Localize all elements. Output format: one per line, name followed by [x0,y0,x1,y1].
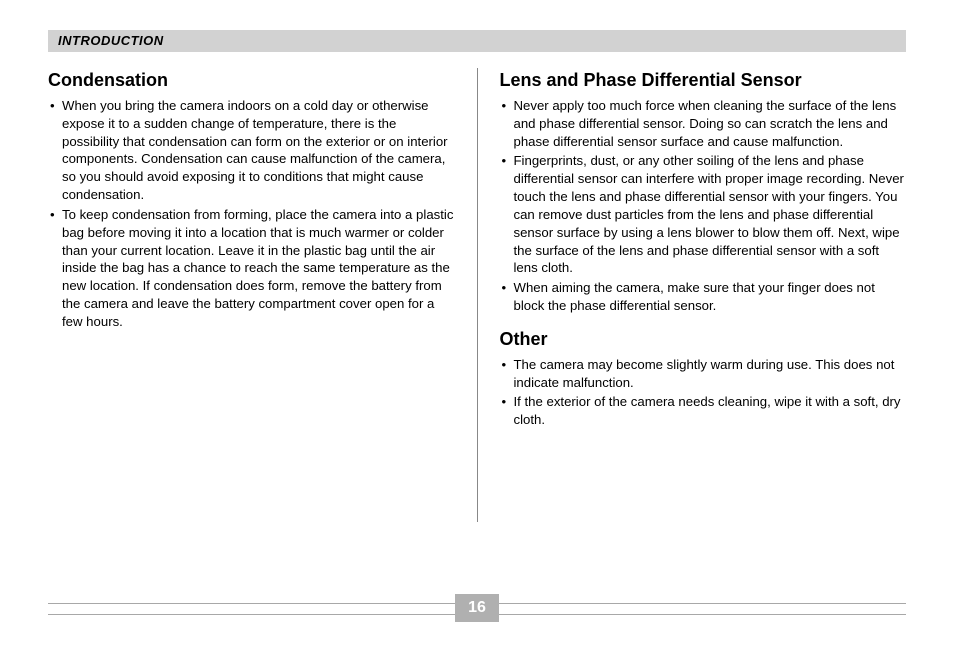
page-footer: 16 [48,594,906,624]
list-item: Never apply too much force when cleaning… [500,97,907,150]
right-column: Lens and Phase Differential Sensor Never… [478,62,907,582]
heading-condensation: Condensation [48,70,455,91]
condensation-list: When you bring the camera indoors on a c… [48,97,455,331]
other-list: The camera may become slightly warm duri… [500,356,907,429]
list-item: The camera may become slightly warm duri… [500,356,907,392]
two-column-layout: Condensation When you bring the camera i… [48,62,906,582]
section-header-text: INTRODUCTION [58,33,164,48]
list-item: If the exterior of the camera needs clea… [500,393,907,429]
heading-lens-sensor: Lens and Phase Differential Sensor [500,70,907,91]
lens-sensor-list: Never apply too much force when cleaning… [500,97,907,315]
left-column: Condensation When you bring the camera i… [48,62,477,582]
footer-rule-right [499,603,906,615]
footer-rule-left [48,603,455,615]
list-item: Fingerprints, dust, or any other soiling… [500,152,907,277]
list-item: When you bring the camera indoors on a c… [48,97,455,204]
heading-other: Other [500,329,907,350]
section-header-bar: INTRODUCTION [48,30,906,52]
list-item: When aiming the camera, make sure that y… [500,279,907,315]
page-number-badge: 16 [455,594,499,622]
page: INTRODUCTION Condensation When you bring… [0,0,954,646]
list-item: To keep condensation from forming, place… [48,206,455,331]
